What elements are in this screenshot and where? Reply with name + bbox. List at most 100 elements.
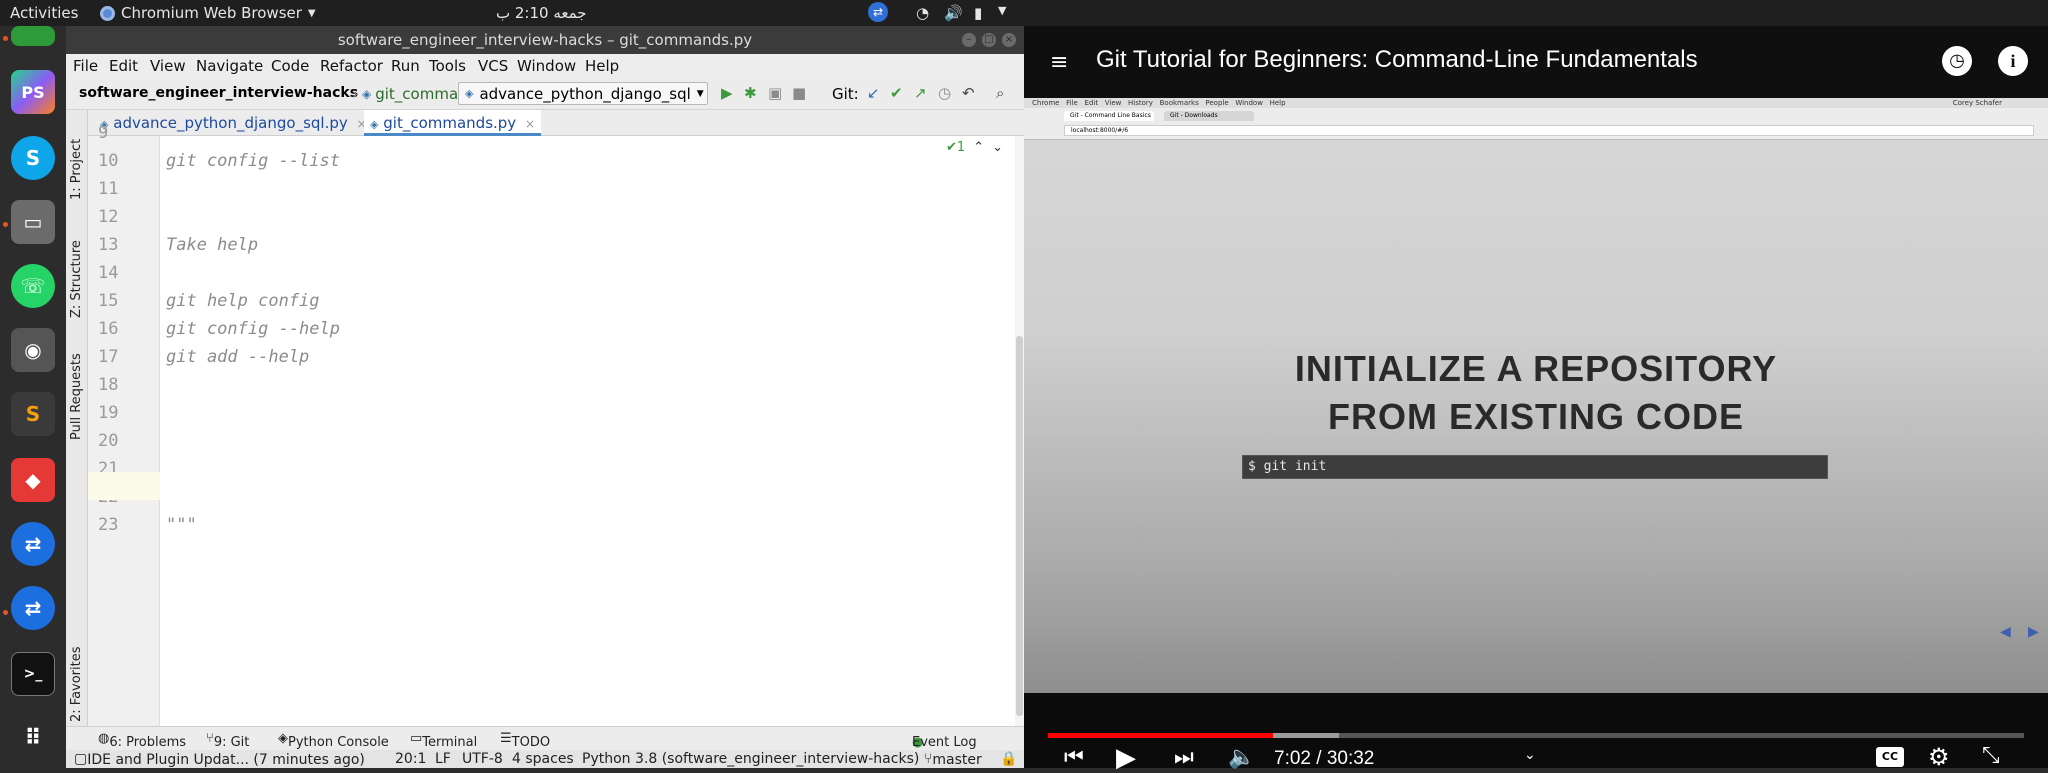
menu-refactor[interactable]: Refactor (320, 57, 383, 75)
volume-icon[interactable]: 🔈 (1228, 745, 1255, 770)
inspection-widget[interactable]: ✔1 ⌃ ⌄ (946, 140, 1003, 155)
tool-window-bar: ◍ 6: Problems ⑂ 9: Git ◈ Python Console … (66, 726, 1024, 750)
menu-vcs[interactable]: VCS (478, 57, 508, 75)
git-update-icon[interactable]: ↙ (867, 84, 880, 102)
menu-window[interactable]: Window (517, 57, 576, 75)
status-message[interactable]: ▢ IDE and Plugin Updat... (7 minutes ago… (74, 751, 365, 768)
git-branch[interactable]: ⑂ master (924, 751, 982, 768)
terminal-dock-icon[interactable]: >_ (11, 652, 55, 696)
chevron-up-icon[interactable]: ⌃ (973, 140, 984, 155)
teamviewer-2-dock-icon[interactable]: ⇄ (11, 586, 55, 630)
debug-icon[interactable]: ✱ (744, 84, 757, 102)
rollback-icon[interactable]: ↶ (962, 84, 975, 102)
favorites-tool-tab[interactable]: 2: Favorites (69, 646, 84, 722)
video-frame[interactable]: Chrome File Edit View History Bookmarks … (1024, 98, 2048, 693)
search-icon[interactable]: ⌕ (996, 84, 1004, 102)
menu-code[interactable]: Code (271, 57, 309, 75)
caret-position[interactable]: 20:1 (395, 751, 426, 767)
chevron-down-icon[interactable]: ⌄ (992, 140, 1003, 155)
battery-icon[interactable]: ▮ (974, 4, 982, 22)
previous-icon[interactable]: ⏮ (1064, 745, 1084, 770)
system-top-bar: Activities Chromium Web Browser ▼ جمعه 2… (0, 0, 2048, 26)
video-title[interactable]: Git Tutorial for Beginners: Command-Line… (1096, 46, 1698, 74)
minimize-icon[interactable]: – (962, 33, 976, 47)
captions-icon[interactable]: CC (1876, 747, 1904, 767)
lock-icon[interactable]: 🔒 (1000, 751, 1017, 767)
settings-gear-icon[interactable]: ⚙ (1928, 743, 1950, 771)
menu-view[interactable]: View (150, 57, 186, 75)
git-push-icon[interactable]: ↗ (914, 84, 927, 102)
editor-scrollbar[interactable] (1015, 136, 1024, 726)
volume-icon[interactable]: 🔊 (944, 4, 963, 22)
scrollbar-thumb[interactable] (1016, 336, 1023, 716)
menu-file[interactable]: File (73, 57, 98, 75)
menu-edit[interactable]: Edit (109, 57, 138, 75)
close-icon[interactable]: × (1002, 33, 1016, 47)
pull-requests-tool-tab[interactable]: Pull Requests (69, 353, 84, 440)
project-tool-tab[interactable]: 1: Project (69, 139, 84, 200)
indent-setting[interactable]: 4 spaces (512, 751, 574, 767)
file-encoding[interactable]: UTF-8 (462, 751, 503, 767)
code-line[interactable]: git config --list (166, 151, 340, 171)
code-line[interactable]: git help config (166, 291, 320, 311)
stop-icon[interactable]: ■ (792, 84, 806, 102)
app-menu[interactable]: Chromium Web Browser ▼ (100, 4, 316, 22)
slide-heading-line-2: FROM EXISTING CODE (1327, 396, 1745, 437)
file-manager-dock-icon[interactable]: ▭ (11, 200, 55, 244)
pycharm-ce-dock-icon[interactable] (11, 26, 55, 46)
code-line[interactable]: Take help (166, 235, 258, 255)
python-console-tool-button[interactable]: ◈ Python Console (278, 731, 389, 750)
show-applications-icon[interactable]: ⠿ (11, 716, 55, 760)
whatsapp-dock-icon[interactable]: ☏ (11, 264, 55, 308)
progress-track[interactable] (1048, 733, 2024, 738)
watch-later-icon[interactable]: ◷ (1942, 46, 1972, 76)
python-interpreter[interactable]: Python 3.8 (software_engineer_interview-… (582, 751, 919, 767)
run-icon[interactable]: ▶ (721, 84, 733, 102)
coverage-icon[interactable]: ▣ (768, 84, 782, 102)
activities-button[interactable]: Activities (10, 4, 78, 22)
close-tab-icon[interactable]: × (525, 117, 535, 131)
menu-help[interactable]: Help (585, 57, 619, 75)
git-tool-button[interactable]: ⑂ 9: Git (206, 731, 249, 750)
teamviewer-tray-icon[interactable]: ⇄ (868, 2, 888, 22)
breadcrumb-file[interactable]: ◈ git_comma (362, 85, 458, 103)
system-menu-chevron-icon[interactable]: ▼ (998, 4, 1006, 17)
slide-prev-icon[interactable]: ◀ (2000, 624, 2011, 640)
chevron-down-icon[interactable]: ⌄ (1524, 747, 1536, 763)
code-line[interactable]: git config --help (166, 319, 340, 339)
running-indicator (3, 610, 8, 615)
teamviewer-dock-icon[interactable]: ⇄ (11, 522, 55, 566)
run-configuration-select[interactable]: ◈ advance_python_django_sql ▼ (458, 82, 708, 105)
menu-navigate[interactable]: Navigate (196, 57, 263, 75)
play-icon[interactable]: ▶ (1116, 743, 1136, 773)
code-line[interactable]: """ (166, 515, 197, 535)
code-line[interactable]: git add --help (166, 347, 309, 367)
line-number: 11 (98, 179, 119, 199)
todo-tool-button[interactable]: ☰ TODO (500, 731, 550, 750)
maximize-icon[interactable]: □ (982, 33, 996, 47)
playlist-icon[interactable]: ≡ (1050, 50, 1068, 75)
menu-run[interactable]: Run (391, 57, 420, 75)
git-commit-icon[interactable]: ✔ (890, 84, 903, 102)
next-icon[interactable]: ⏭ (1174, 745, 1194, 770)
line-separator[interactable]: LF (435, 751, 451, 767)
info-icon[interactable]: i (1998, 46, 2028, 76)
tab-label: advance_python_django_sql.py (113, 114, 348, 132)
history-icon[interactable]: ◷ (938, 84, 951, 102)
code-editor[interactable]: git config --list Take help git help confi… (160, 136, 1015, 726)
anydesk-dock-icon[interactable]: ◆ (11, 458, 55, 502)
menu-tools[interactable]: Tools (429, 57, 466, 75)
phpstorm-dock-icon[interactable]: PS (11, 70, 55, 114)
sublime-text-dock-icon[interactable]: S (11, 392, 55, 436)
tab-git-commands[interactable]: ◈ git_commands.py × (364, 110, 542, 136)
problems-tool-button[interactable]: ◍ 6: Problems (98, 731, 186, 750)
slide-next-icon[interactable]: ▶ (2028, 624, 2039, 640)
clock[interactable]: جمعه 2:10 ب (496, 4, 587, 22)
terminal-tool-button[interactable]: ▭ Terminal (410, 731, 477, 750)
exit-fullscreen-icon[interactable]: ⤡ (1982, 743, 2000, 768)
skype-dock-icon[interactable]: S (11, 136, 55, 180)
breadcrumb-project[interactable]: software_engineer_interview-hacks (79, 85, 358, 101)
wifi-icon[interactable]: ◔ (916, 4, 929, 22)
structure-tool-tab[interactable]: Z: Structure (69, 240, 84, 318)
camera-dock-icon[interactable]: ◉ (11, 328, 55, 372)
